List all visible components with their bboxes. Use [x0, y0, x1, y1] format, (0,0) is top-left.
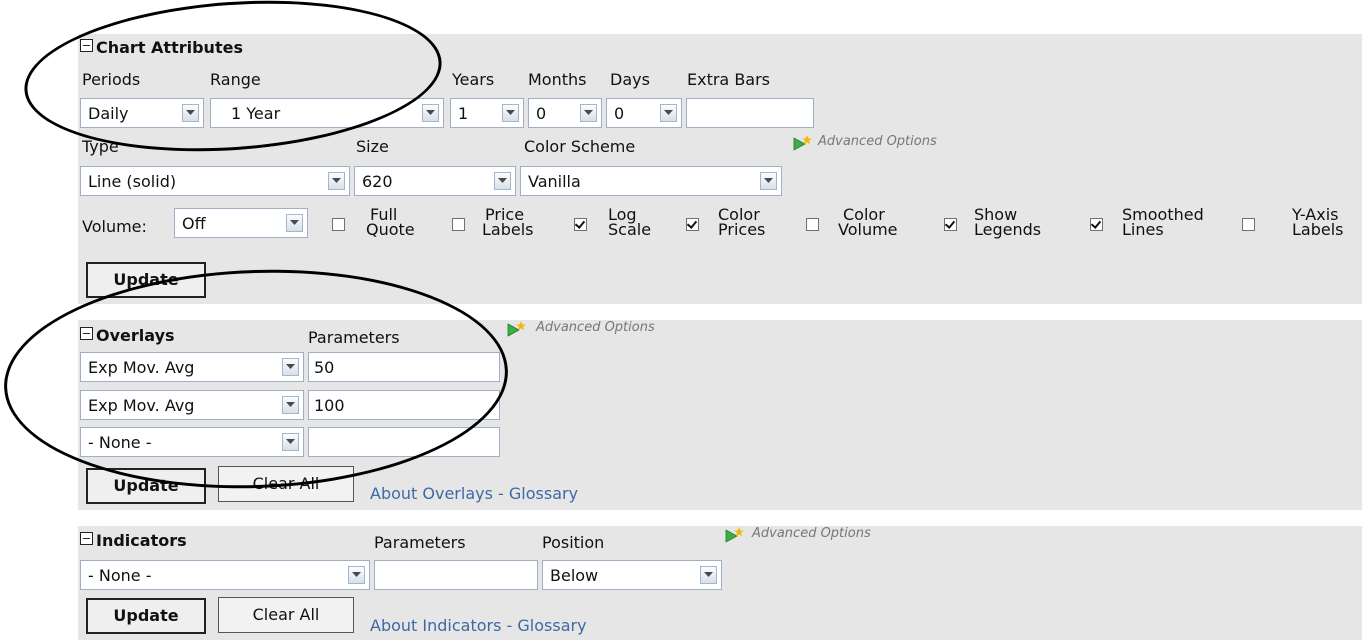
link-separator: - [492, 484, 509, 503]
smoothed-lines-label: Smoothed Lines [1122, 207, 1204, 239]
indicators-update-button[interactable]: Update [86, 598, 206, 634]
indicator-select[interactable]: - None - [80, 560, 370, 590]
smoothed-lines-checkbox[interactable] [1090, 218, 1103, 231]
about-overlays-text[interactable]: About Overlays [370, 484, 493, 503]
overlays-glossary-link[interactable]: Glossary [509, 484, 578, 503]
show-legends-checkbox[interactable] [944, 218, 957, 231]
color-volume-checkbox[interactable] [806, 218, 819, 231]
link-separator: - [501, 616, 518, 635]
full-quote-line2: Quote [366, 220, 415, 239]
chevron-down-icon[interactable] [494, 172, 511, 190]
show-legends-label: Show Legends [974, 207, 1042, 239]
overlays-advanced-options-link[interactable]: Advanced Options [536, 320, 655, 335]
color-scheme-value: Vanilla [528, 172, 581, 191]
y-axis-labels-label: Y-Axis Labels [1292, 207, 1344, 239]
type-select[interactable]: Line (solid) [80, 166, 350, 196]
years-select[interactable]: 1 [450, 98, 524, 128]
price-labels-label: Price Labels [482, 207, 534, 239]
size-label: Size [356, 137, 389, 156]
size-value: 620 [362, 172, 393, 191]
about-overlays-link: About Overlays - Glossary [370, 484, 578, 503]
color-volume-label: Color Volume [838, 207, 898, 239]
y-axis-labels-line2: Labels [1292, 220, 1344, 239]
collapse-icon[interactable] [80, 532, 93, 545]
indicators-title: Indicators [96, 531, 187, 550]
extra-bars-label: Extra Bars [687, 70, 771, 89]
chevron-down-icon[interactable] [660, 104, 677, 122]
chevron-down-icon[interactable] [422, 104, 439, 122]
color-scheme-label: Color Scheme [524, 137, 636, 156]
color-prices-checkbox[interactable] [686, 218, 699, 231]
full-quote-checkbox[interactable] [332, 218, 345, 231]
chevron-down-icon[interactable] [580, 104, 597, 122]
price-labels-checkbox[interactable] [452, 218, 465, 231]
indicators-parameters-label: Parameters [374, 533, 466, 552]
volume-value: Off [182, 214, 206, 233]
about-indicators-text[interactable]: About Indicators [370, 616, 501, 635]
type-value: Line (solid) [88, 172, 177, 191]
indicator-param-input[interactable] [374, 560, 538, 590]
chevron-down-icon[interactable] [328, 172, 345, 190]
days-select[interactable]: 0 [606, 98, 682, 128]
volume-select[interactable]: Off [174, 208, 308, 238]
months-select[interactable]: 0 [528, 98, 602, 128]
price-labels-line2: Labels [482, 220, 534, 239]
color-volume-line2: Volume [838, 220, 898, 239]
extra-bars-input[interactable] [686, 98, 814, 128]
advanced-options-icon[interactable] [792, 134, 812, 152]
log-scale-line2: Scale [608, 220, 652, 239]
chevron-down-icon[interactable] [502, 104, 519, 122]
advanced-options-icon[interactable] [724, 526, 744, 544]
days-label: Days [610, 70, 650, 89]
y-axis-labels-checkbox[interactable] [1242, 218, 1255, 231]
indicators-position-label: Position [542, 533, 605, 552]
log-scale-checkbox[interactable] [574, 218, 587, 231]
about-indicators-link: About Indicators - Glossary [370, 616, 587, 635]
chevron-down-icon[interactable] [760, 172, 777, 190]
advanced-options-icon[interactable] [506, 320, 526, 338]
log-scale-label: Log Scale [608, 207, 652, 239]
indicator-type-value: - None - [88, 566, 152, 585]
months-value: 0 [536, 104, 547, 123]
days-value: 0 [614, 104, 625, 123]
chevron-down-icon[interactable] [348, 566, 365, 584]
volume-label: Volume: [82, 217, 147, 236]
color-prices-label: Color Prices [718, 207, 766, 239]
indicator-position-value: Below [550, 566, 599, 585]
show-legends-line2: Legends [974, 220, 1042, 239]
chevron-down-icon[interactable] [286, 214, 303, 232]
years-value: 1 [458, 104, 469, 123]
indicators-advanced-options-link[interactable]: Advanced Options [752, 526, 871, 541]
indicators-glossary-link[interactable]: Glossary [517, 616, 586, 635]
indicators-header[interactable]: Indicators [80, 531, 187, 550]
color-scheme-select[interactable]: Vanilla [520, 166, 782, 196]
color-prices-line2: Prices [718, 220, 766, 239]
smoothed-lines-line2: Lines [1122, 220, 1164, 239]
indicator-position-select[interactable]: Below [542, 560, 722, 590]
indicators-clear-all-button[interactable]: Clear All [218, 597, 354, 633]
full-quote-label: Full Quote [366, 207, 415, 239]
months-label: Months [528, 70, 587, 89]
advanced-options-link[interactable]: Advanced Options [818, 134, 937, 149]
chevron-down-icon[interactable] [700, 566, 717, 584]
size-select[interactable]: 620 [354, 166, 516, 196]
years-label: Years [452, 70, 495, 89]
